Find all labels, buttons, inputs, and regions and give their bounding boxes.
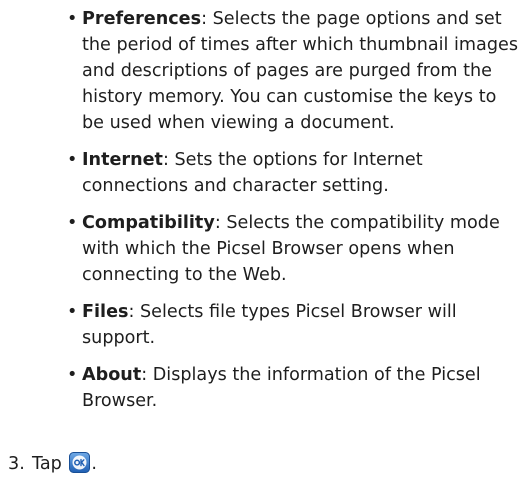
list-item-compatibility: • Compatibility: Selects the compatibilit… (67, 210, 521, 288)
term-internet: Internet (82, 150, 163, 170)
term-files: Files (82, 302, 129, 322)
manual-page: • Preferences: Selects the page options a… (0, 0, 521, 490)
step-period: . (91, 454, 97, 474)
term-about: About (82, 365, 142, 385)
list-item-files: • Files: Selects file types Picsel Browse… (67, 299, 521, 351)
description-files: : Selects file types Picsel Browser will… (82, 302, 457, 348)
bullet-glyph: • (67, 302, 78, 322)
description-about: : Displays the information of the Picsel… (82, 365, 481, 411)
list-item-preferences: • Preferences: Selects the page options a… (67, 6, 521, 136)
bullet-glyph: • (67, 150, 78, 170)
bullet-glyph: • (67, 9, 78, 29)
bullet-glyph: • (67, 213, 78, 233)
settings-option-list: • Preferences: Selects the page options a… (67, 6, 521, 425)
bullet-glyph: • (67, 365, 78, 385)
list-item-about: • About: Displays the information of the … (67, 362, 521, 414)
step-number: 3. (8, 454, 25, 474)
ok-icon (69, 452, 91, 473)
list-item-internet: • Internet: Sets the options for Internet… (67, 147, 521, 199)
step-3: 3. Tap . (8, 451, 97, 477)
term-compatibility: Compatibility (82, 213, 215, 233)
term-preferences: Preferences (82, 9, 202, 29)
step-text: Tap (32, 454, 62, 474)
